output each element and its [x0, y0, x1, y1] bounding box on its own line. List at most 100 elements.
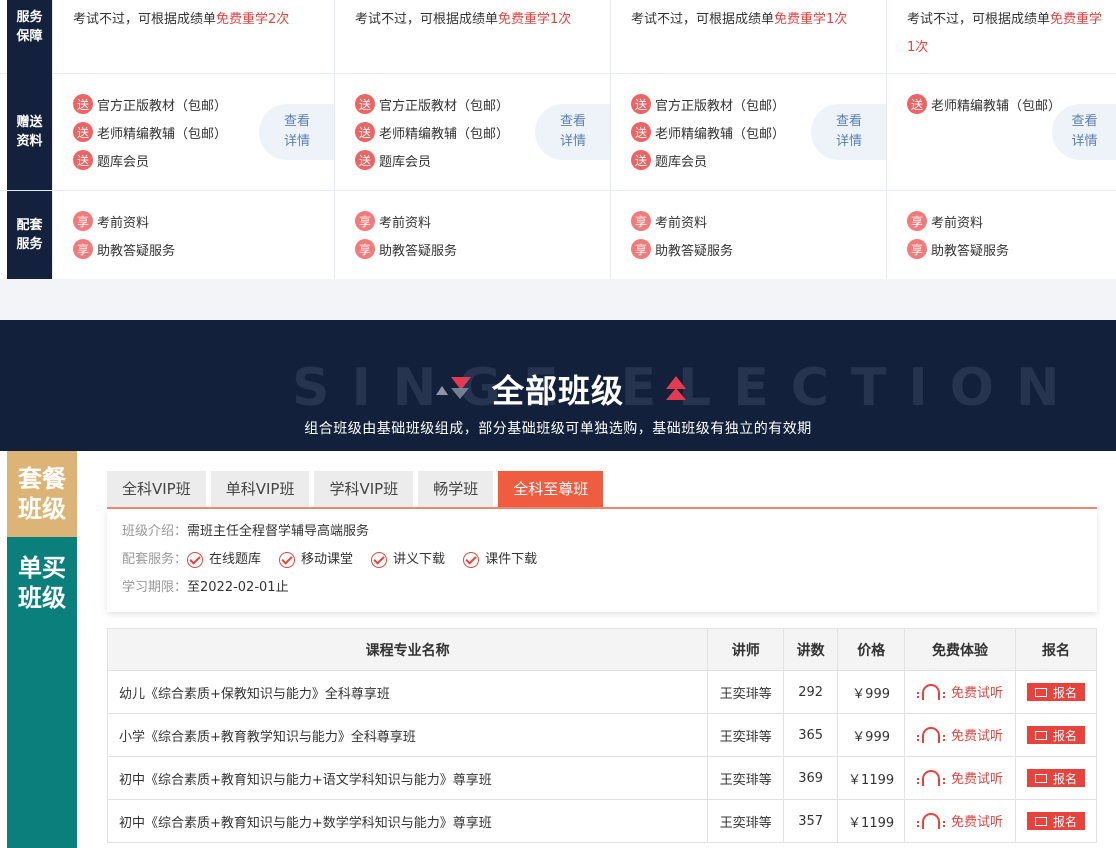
view-details-label: 查看详情 [559, 114, 586, 149]
svc-mobile-class: 移动课堂 [279, 550, 353, 570]
info-services: 配套服务： 在线题库 移动课堂 讲义下载 课件下载 [122, 550, 555, 570]
gift-badge-icon: 送 [631, 150, 651, 170]
col-header-enroll: 报名 [1014, 628, 1098, 671]
course-lessons: 369 [783, 756, 839, 800]
cart-icon [1034, 773, 1047, 783]
tab-single-vip[interactable]: 单科VIP班 [210, 471, 310, 507]
cart-icon [1034, 816, 1047, 826]
svc-label: 考前资料 [655, 215, 708, 231]
enjoy-badge-icon: 享 [73, 211, 93, 231]
headphones-icon [917, 684, 946, 701]
col-header-trial: 免费体验 [904, 628, 1016, 671]
gift-item: 送题库会员 [355, 146, 509, 174]
course-teacher: 王奕琲等 [707, 799, 785, 843]
free-trial-link[interactable]: 免费试听 [917, 725, 1003, 744]
col-header-price: 价格 [837, 628, 906, 671]
enroll-button[interactable]: 报名 [1026, 726, 1085, 744]
col-header-name: 课程专业名称 [106, 628, 709, 671]
service-cell: 考试不过，可根据成绩单免费重学1次 [886, 0, 1116, 73]
svc-cell: 享考前资料 享助教答疑服务 [334, 191, 610, 279]
side-tab-combo-label: 套餐班级 [18, 465, 66, 523]
info-svc-label: 配套服务： [122, 552, 188, 567]
tab-changxue[interactable]: 畅学班 [418, 471, 494, 507]
table-row: 初中《综合素质+教育知识与能力+数学学科知识与能力》尊享班 王奕琲等 357 ￥… [106, 799, 1098, 843]
course-name: 初中《综合素质+教育知识与能力+数学学科知识与能力》尊享班 [106, 799, 709, 843]
table-row: 初中《综合素质+教育知识与能力+语文学科知识与能力》尊享班 王奕琲等 369 ￥… [106, 756, 1098, 800]
enjoy-badge-icon: 享 [907, 211, 927, 231]
course-price: ￥999 [837, 713, 906, 757]
free-trial-label: 免费试听 [951, 814, 1004, 830]
svc-cell: 享考前资料 享助教答疑服务 [886, 191, 1116, 279]
free-trial-label: 免费试听 [951, 728, 1004, 744]
course-teacher: 王奕琲等 [707, 756, 785, 800]
service-highlight: 免费重学1次 [498, 12, 572, 27]
view-details-button[interactable]: 查看详情 [259, 104, 335, 160]
view-details-button[interactable]: 查看详情 [811, 104, 887, 160]
free-trial-link[interactable]: 免费试听 [917, 811, 1003, 830]
enroll-button[interactable]: 报名 [1026, 683, 1085, 701]
class-tabs: 全科VIP班 单科VIP班 学科VIP班 畅学班 全科至尊班 [107, 471, 608, 507]
svc-item: 享助教答疑服务 [355, 235, 457, 263]
free-trial-link[interactable]: 免费试听 [917, 682, 1003, 701]
gift-cell: 送官方正版教材（包邮） 送老师精编教辅（包邮） 送题库会员 查看详情 [610, 74, 887, 190]
enroll-button[interactable]: 报名 [1026, 812, 1085, 830]
course-name: 初中《综合素质+教育知识与能力+语文学科知识与能力》尊享班 [106, 756, 709, 800]
svc-courseware-download: 课件下载 [463, 550, 537, 570]
row-head-label: 赠送资料 [16, 115, 43, 149]
gift-label: 官方正版教材（包邮） [379, 98, 510, 114]
svc-item: 享考前资料 [355, 207, 457, 235]
course-teacher: 王奕琲等 [707, 713, 785, 757]
tab-all-premium[interactable]: 全科至尊班 [498, 471, 604, 507]
view-details-button[interactable]: 查看详情 [535, 104, 611, 160]
gift-item: 送老师精编教辅（包邮） [631, 118, 785, 146]
gift-label: 老师精编教辅（包邮） [655, 126, 786, 142]
course-name: 小学《综合素质+教育教学知识与能力》全科尊享班 [106, 713, 709, 757]
tab-all-vip[interactable]: 全科VIP班 [107, 471, 206, 507]
cart-icon [1034, 687, 1047, 697]
svc-label: 助教答疑服务 [655, 243, 734, 259]
headphones-icon [917, 727, 946, 744]
free-trial-link[interactable]: 免费试听 [917, 768, 1003, 787]
enroll-button[interactable]: 报名 [1026, 769, 1085, 787]
view-details-label: 查看详情 [1071, 114, 1098, 149]
view-details-button[interactable]: 查看详情 [1052, 104, 1116, 160]
class-list-section: 套餐班级 单买班级 全科VIP班 单科VIP班 学科VIP班 畅学班 全科至尊班… [0, 451, 1116, 848]
side-tab-combo[interactable]: 套餐班级 [7, 451, 77, 537]
svc-label: 考前资料 [97, 215, 150, 231]
info-intro-label: 班级介绍： [122, 524, 188, 539]
gift-item: 送老师精编教辅（包邮） [907, 90, 1061, 118]
triangle-up-icon [666, 388, 686, 400]
gift-item: 送题库会员 [631, 146, 785, 174]
tab-subject-vip[interactable]: 学科VIP班 [314, 471, 414, 507]
svc-item: 享助教答疑服务 [907, 235, 1009, 263]
course-name: 幼儿《综合素质+保教知识与能力》全科尊享班 [106, 670, 709, 714]
gift-item: 送官方正版教材（包邮） [355, 90, 509, 118]
info-intro-value: 需班主任全程督学辅导高端服务 [187, 524, 370, 539]
row-head-label: 配套服务 [16, 218, 43, 252]
row-head-label: 服务保障 [16, 10, 43, 44]
svc-item-label: 讲义下载 [393, 552, 446, 567]
side-tab-single[interactable]: 单买班级 [7, 537, 77, 848]
svc-item: 享助教答疑服务 [73, 235, 175, 263]
enroll-label: 报名 [1052, 814, 1077, 829]
svc-online-bank: 在线题库 [187, 550, 261, 570]
check-circle-icon [187, 552, 204, 568]
svc-item: 享考前资料 [907, 207, 1009, 235]
check-circle-icon [371, 552, 388, 568]
gift-cell: 送官方正版教材（包邮） 送老师精编教辅（包邮） 送题库会员 查看详情 [334, 74, 611, 190]
service-text: 考试不过，可根据成绩单 [355, 12, 499, 27]
free-trial-label: 免费试听 [951, 685, 1004, 701]
gift-badge-icon: 送 [631, 94, 651, 114]
trial-cell: 免费试听 [904, 799, 1016, 843]
enjoy-badge-icon: 享 [907, 239, 927, 259]
gift-item: 送官方正版教材（包邮） [631, 90, 785, 118]
gift-badge-icon: 送 [73, 94, 93, 114]
course-lessons: 357 [783, 799, 839, 843]
gift-label: 题库会员 [655, 154, 708, 170]
svc-cell: 享考前资料 享助教答疑服务 [610, 191, 886, 279]
gift-label: 官方正版教材（包邮） [655, 98, 786, 114]
row-services: 配套服务 享考前资料 享助教答疑服务 享考前资料 享助教答疑服务 享考前资料 享… [0, 191, 1116, 279]
info-period: 学习期限： 至2022-02-01止 [122, 578, 289, 598]
info-intro: 班级介绍： 需班主任全程督学辅导高端服务 [122, 522, 369, 542]
row-head-gifts: 赠送资料 [7, 74, 52, 190]
